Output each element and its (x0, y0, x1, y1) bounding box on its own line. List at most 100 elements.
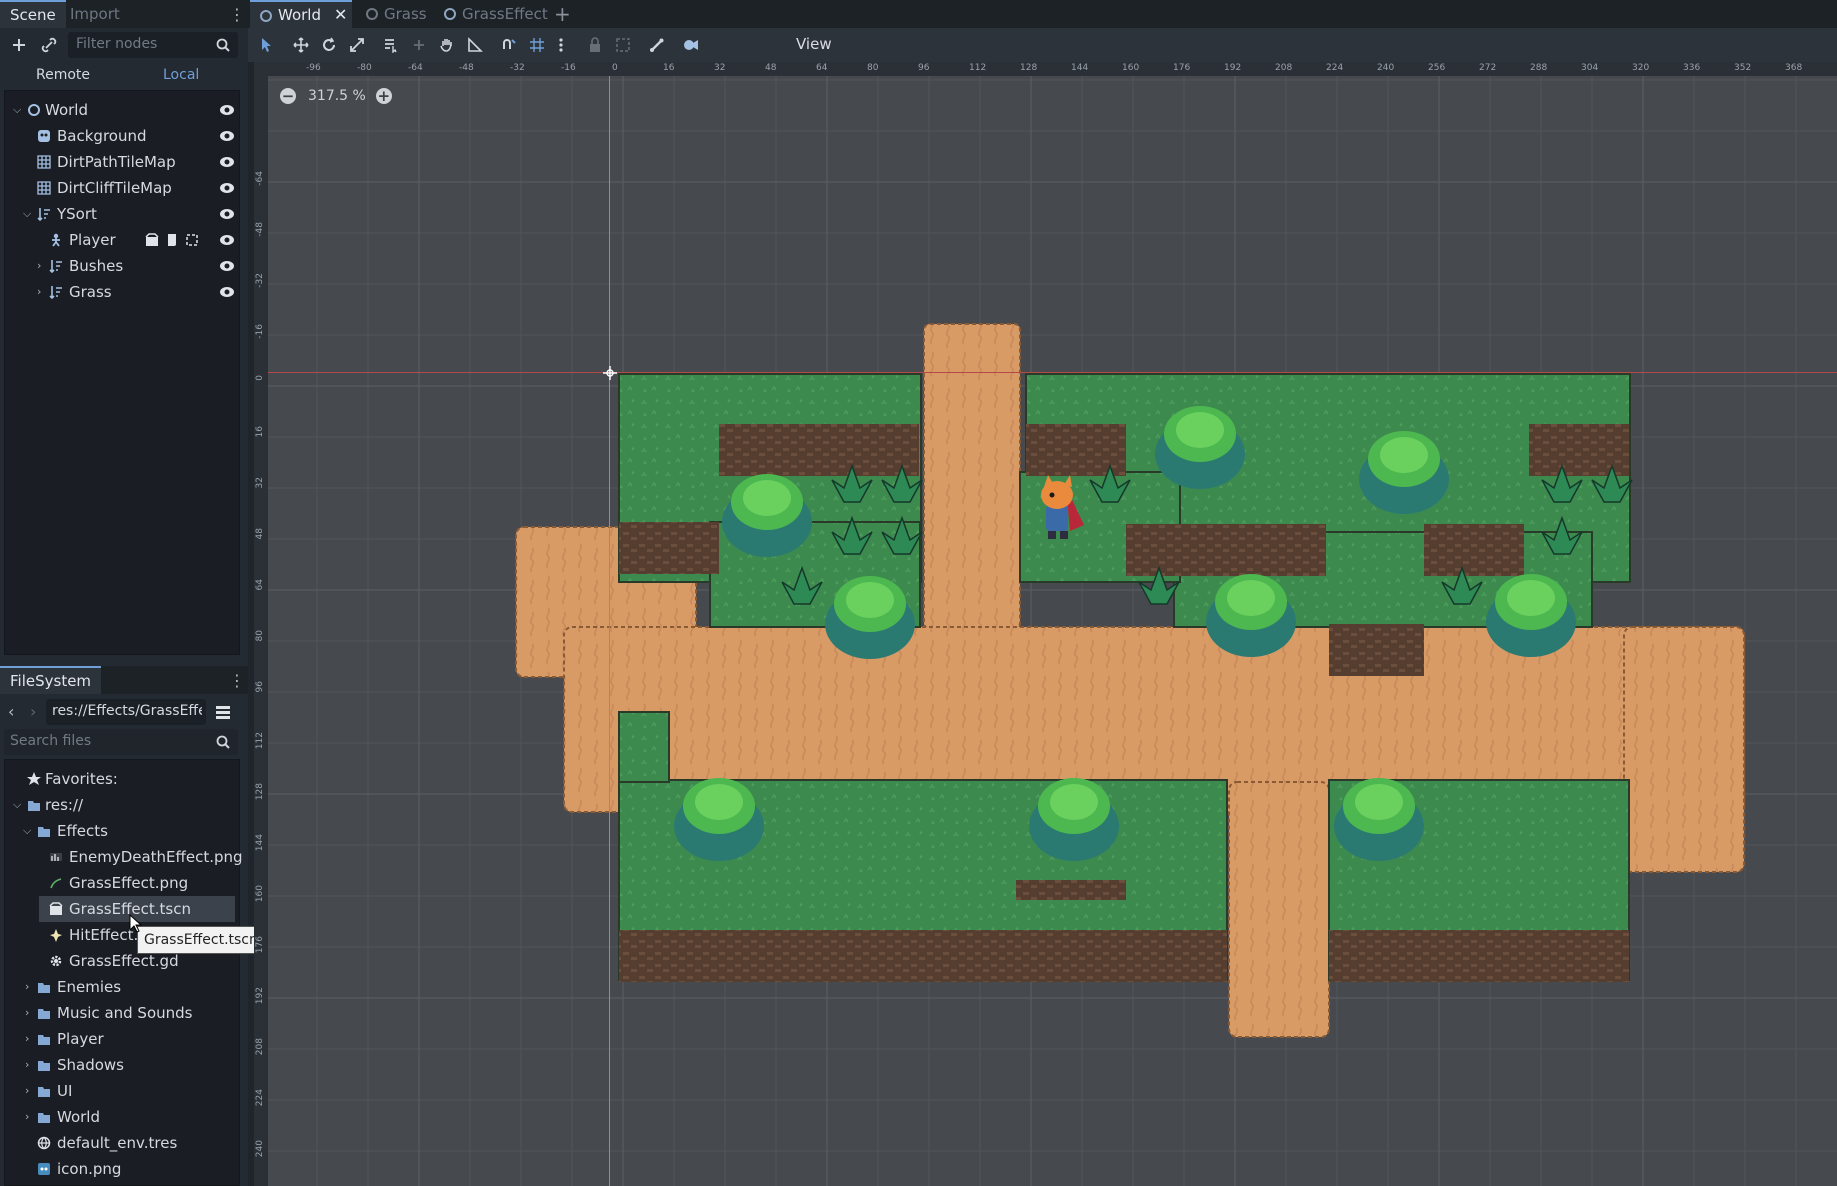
list-select-icon[interactable] (378, 32, 404, 58)
x-axis-line (268, 372, 1837, 373)
collapse-arrow-icon[interactable]: ⌵ (23, 201, 33, 227)
move-tool-icon[interactable] (288, 32, 314, 58)
tab-filesystem[interactable]: FileSystem (0, 666, 102, 694)
tree-node-world[interactable]: ⌵ World (9, 97, 235, 123)
view-menu[interactable]: View (796, 35, 832, 53)
visibility-eye-icon[interactable] (219, 233, 235, 247)
folder-enemies[interactable]: › Enemies (9, 974, 235, 1000)
visibility-eye-icon[interactable] (219, 129, 235, 143)
pan-tool-icon[interactable] (434, 32, 460, 58)
collapse-arrow-icon[interactable]: ⌵ (23, 818, 33, 844)
visibility-eye-icon[interactable] (219, 103, 235, 117)
folder-effects[interactable]: ⌵ Effects (9, 818, 235, 844)
back-arrow-icon[interactable]: ‹ (8, 702, 14, 721)
tree-node-bushes[interactable]: › Bushes (9, 253, 235, 279)
folder-res[interactable]: ⌵ res:// (9, 792, 235, 818)
open-scene-icon[interactable] (145, 233, 159, 247)
visibility-eye-icon[interactable] (219, 207, 235, 221)
zoom-out-icon[interactable]: − (280, 88, 296, 104)
search-files-input[interactable]: Search files (4, 729, 238, 755)
snap-options-icon[interactable] (548, 32, 574, 58)
ruler-tool-icon[interactable] (462, 32, 488, 58)
tilemap-icon (37, 181, 51, 195)
zoom-in-icon[interactable]: + (375, 88, 392, 104)
canvas-viewport[interactable]: -96 -80 -64 -48 -32 -16 0 16 32 48 64 80 96 112 128 144… (254, 62, 1837, 1186)
expand-arrow-icon[interactable]: › (25, 1026, 35, 1052)
collapse-arrow-icon[interactable]: ⌵ (13, 792, 23, 818)
vertical-ruler: -64 -48 -32 -16 0 16 32 48 64 80 96 112 128 144 160 176… (254, 62, 268, 1186)
visibility-eye-icon[interactable] (219, 155, 235, 169)
ruler-tick-label: 192 (1224, 63, 1242, 73)
smart-snap-icon[interactable] (496, 32, 522, 58)
split-mode-icon[interactable] (215, 704, 231, 720)
zoom-level[interactable]: 317.5 % (308, 88, 366, 104)
folder-player[interactable]: › Player (9, 1026, 235, 1052)
filter-nodes-input[interactable]: Filter nodes (68, 32, 238, 58)
expand-arrow-icon[interactable]: › (37, 253, 47, 279)
environment-icon (37, 1136, 51, 1150)
file-enemydeatheffect[interactable]: EnemyDeathEffect.png (9, 844, 243, 870)
forward-arrow-icon[interactable]: › (30, 702, 36, 721)
zoom-control: − 317.5 % + (280, 86, 392, 106)
group-icon[interactable] (185, 233, 199, 247)
tab-grasseffect[interactable]: GrassEffect (434, 0, 554, 28)
script-icon[interactable] (165, 233, 179, 247)
ruler-tick-label: 224 (255, 1089, 265, 1107)
folder-music-sounds[interactable]: › Music and Sounds (9, 1000, 235, 1026)
select-tool-icon[interactable] (254, 32, 280, 58)
tree-node-background[interactable]: Background (9, 123, 235, 149)
new-scene-tab-button[interactable]: + (554, 2, 571, 26)
ruler-tick-label: 16 (663, 63, 675, 73)
group-nodes-icon[interactable] (610, 32, 636, 58)
instance-link-icon[interactable] (36, 32, 62, 58)
tab-import[interactable]: Import (60, 0, 130, 28)
favorites-row[interactable]: Favorites: (9, 766, 235, 792)
file-icon-png[interactable]: icon.png (9, 1156, 235, 1182)
expand-arrow-icon[interactable]: › (25, 974, 35, 1000)
tree-node-player[interactable]: Player (9, 227, 235, 253)
skeleton-bone-icon[interactable] (644, 32, 670, 58)
camera-preview-icon[interactable] (678, 32, 704, 58)
file-default-env[interactable]: default_env.tres (9, 1130, 235, 1156)
ruler-tick-label: 352 (1734, 63, 1752, 73)
remote-button[interactable]: Remote (36, 64, 90, 86)
folder-shadows[interactable]: › Shadows (9, 1052, 235, 1078)
tree-node-ysort[interactable]: ⌵ YSort (9, 201, 235, 227)
expand-arrow-icon[interactable]: › (25, 1078, 35, 1104)
folder-world[interactable]: › World (9, 1104, 235, 1130)
grid-snap-icon[interactable] (524, 32, 550, 58)
filesystem-menu-icon[interactable]: ⋮ (228, 669, 246, 691)
expand-arrow-icon[interactable]: › (25, 1000, 35, 1026)
expand-arrow-icon[interactable]: › (37, 279, 47, 305)
tab-world[interactable]: World ✕ (250, 0, 352, 28)
tree-node-label: Grass (69, 283, 112, 301)
file-tree-label: default_env.tres (57, 1134, 178, 1152)
local-button[interactable]: Local (163, 64, 199, 86)
ruler-tick-label: 176 (255, 936, 265, 954)
filesystem-path-field[interactable]: res://Effects/GrassEffe (46, 699, 206, 725)
tree-node-label: Background (57, 127, 147, 145)
pivot-tool-icon[interactable] (406, 32, 432, 58)
rotate-tool-icon[interactable] (316, 32, 342, 58)
tree-node-grass[interactable]: › Grass (9, 279, 235, 305)
tree-node-label: YSort (57, 205, 97, 223)
lock-icon[interactable] (582, 32, 608, 58)
file-grasseffect-png[interactable]: GrassEffect.png (9, 870, 235, 896)
visibility-eye-icon[interactable] (219, 181, 235, 195)
expand-arrow-icon[interactable]: › (25, 1104, 35, 1130)
tree-node-dirtpath-tilemap[interactable]: DirtPathTileMap (9, 149, 235, 175)
visibility-eye-icon[interactable] (219, 285, 235, 299)
tab-grass[interactable]: Grass (356, 0, 432, 28)
tree-node-dirtcliff-tilemap[interactable]: DirtCliffTileMap (9, 175, 235, 201)
collapse-arrow-icon[interactable]: ⌵ (13, 97, 23, 123)
close-icon[interactable]: ✕ (334, 2, 347, 28)
scale-tool-icon[interactable] (344, 32, 370, 58)
tab-scene[interactable]: Scene (0, 0, 66, 28)
folder-ui[interactable]: › UI (9, 1078, 235, 1104)
scene-dock-menu-icon[interactable]: ⋮ (228, 3, 246, 25)
ruler-tick-label: 144 (1071, 63, 1089, 73)
add-node-icon[interactable] (6, 32, 32, 58)
expand-arrow-icon[interactable]: › (25, 1052, 35, 1078)
ruler-tick-label: -32 (510, 63, 525, 73)
visibility-eye-icon[interactable] (219, 259, 235, 273)
